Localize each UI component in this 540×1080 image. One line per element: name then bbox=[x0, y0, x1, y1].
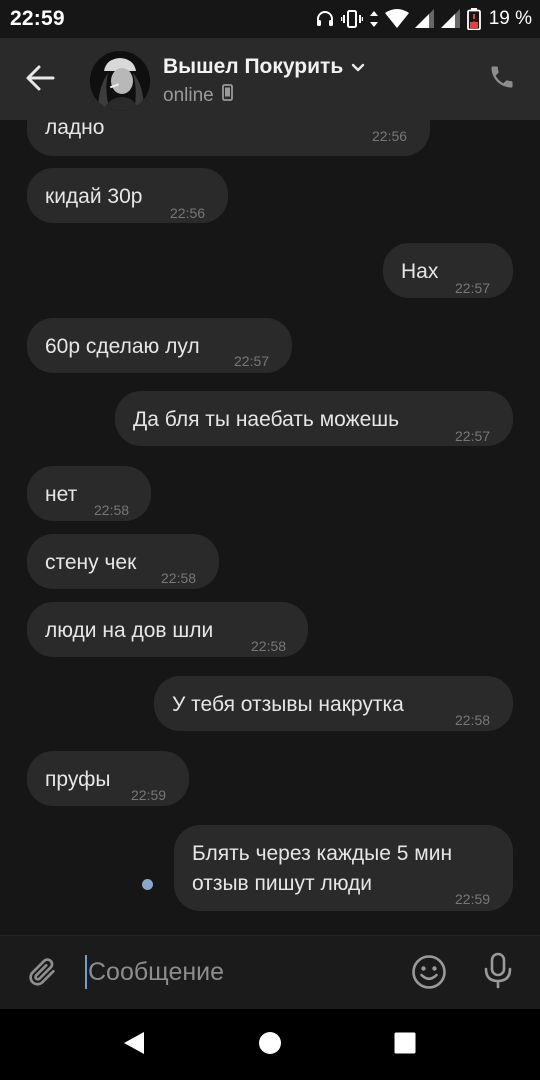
message-text-line: отзыв пишут люди bbox=[192, 872, 372, 895]
message-time: 22:57 bbox=[455, 280, 491, 296]
message-time: 22:56 bbox=[372, 128, 408, 144]
status-bar: 22:59 19 % bbox=[0, 0, 540, 38]
arrow-left-icon bbox=[25, 65, 55, 96]
message-list[interactable]: ладно 22:56 кидай 30р 22:56 Нах 22:57 60… bbox=[0, 120, 540, 935]
chat-title[interactable]: Вышел Покурить bbox=[163, 55, 365, 79]
nav-home-button[interactable] bbox=[252, 1027, 288, 1063]
message-text: люди на дов шли bbox=[45, 619, 214, 642]
message-bubble-out[interactable]: Нах 22:57 bbox=[383, 243, 513, 298]
message-bubble-in[interactable]: ладно 22:56 bbox=[27, 120, 430, 156]
nav-back-button[interactable] bbox=[116, 1027, 152, 1063]
message-time: 22:57 bbox=[234, 353, 270, 369]
chat-header: Вышел Покурить online bbox=[0, 38, 540, 120]
square-recents-icon bbox=[394, 1032, 416, 1059]
chevron-down-icon bbox=[351, 55, 365, 79]
circle-home-icon bbox=[258, 1031, 282, 1060]
status-icons: 19 % bbox=[315, 7, 532, 31]
message-text: нет bbox=[45, 483, 78, 506]
message-bubble-in[interactable]: стену чек 22:58 bbox=[27, 534, 219, 589]
smiley-icon bbox=[411, 954, 447, 995]
phone-device-icon bbox=[221, 84, 233, 107]
message-text: стену чек bbox=[45, 551, 137, 574]
message-time: 22:56 bbox=[170, 205, 206, 221]
status-time: 22:59 bbox=[10, 7, 65, 30]
battery-icon bbox=[466, 8, 481, 30]
microphone-icon bbox=[482, 952, 514, 995]
message-composer bbox=[0, 935, 540, 1009]
signal-icon bbox=[414, 9, 435, 29]
data-arrows-icon bbox=[369, 9, 379, 29]
message-bubble-in[interactable]: пруфы 22:59 bbox=[27, 751, 189, 806]
online-status: online bbox=[163, 84, 214, 106]
unread-indicator bbox=[142, 879, 153, 890]
phone-icon bbox=[488, 63, 516, 96]
vibrate-icon bbox=[340, 9, 363, 29]
attach-button[interactable] bbox=[22, 954, 62, 994]
call-button[interactable] bbox=[486, 63, 518, 95]
signal-icon bbox=[440, 9, 461, 29]
message-bubble-in[interactable]: кидай 30р 22:56 bbox=[27, 168, 228, 223]
message-text: ладно bbox=[45, 120, 105, 139]
message-bubble-in[interactable]: люди на дов шли 22:58 bbox=[27, 602, 308, 657]
system-nav-bar bbox=[0, 1009, 540, 1080]
message-text: пруфы bbox=[45, 768, 111, 791]
message-text-line: Блять через каждые 5 мин bbox=[192, 842, 453, 865]
message-text: кидай 30р bbox=[45, 185, 143, 208]
message-text: 60р сделаю лул bbox=[45, 335, 200, 358]
paperclip-icon bbox=[25, 955, 59, 994]
battery-percent: 19 % bbox=[488, 8, 532, 29]
message-time: 22:58 bbox=[251, 638, 287, 654]
emoji-button[interactable] bbox=[409, 954, 449, 994]
voice-message-button[interactable] bbox=[478, 952, 518, 995]
triangle-back-icon bbox=[122, 1030, 146, 1061]
text-cursor bbox=[85, 955, 87, 989]
message-text: У тебя отзывы накрутка bbox=[172, 693, 404, 716]
avatar[interactable] bbox=[90, 51, 150, 111]
message-time: 22:58 bbox=[161, 570, 197, 586]
wifi-icon bbox=[384, 9, 409, 29]
message-time: 22:57 bbox=[455, 428, 491, 444]
message-bubble-in[interactable]: нет 22:58 bbox=[27, 466, 151, 521]
message-text: Да бля ты наебать можешь bbox=[133, 408, 400, 431]
back-button[interactable] bbox=[20, 60, 60, 100]
chat-status: online bbox=[163, 84, 233, 107]
message-time: 22:59 bbox=[131, 787, 167, 803]
message-time: 22:59 bbox=[455, 891, 491, 907]
message-bubble-out[interactable]: У тебя отзывы накрутка 22:58 bbox=[154, 676, 513, 731]
message-text: Нах bbox=[401, 260, 439, 283]
nav-recents-button[interactable] bbox=[387, 1027, 423, 1063]
message-time: 22:58 bbox=[455, 712, 491, 728]
message-time: 22:58 bbox=[94, 502, 130, 518]
message-bubble-out[interactable]: Да бля ты наебать можешь 22:57 bbox=[115, 391, 513, 446]
headset-icon bbox=[315, 9, 335, 29]
message-bubble-out[interactable]: Блять через каждые 5 мин отзыв пишут люд… bbox=[174, 825, 513, 911]
message-bubble-in[interactable]: 60р сделаю лул 22:57 bbox=[27, 318, 292, 373]
contact-name: Вышел Покурить bbox=[163, 55, 344, 78]
message-input[interactable] bbox=[88, 954, 388, 990]
